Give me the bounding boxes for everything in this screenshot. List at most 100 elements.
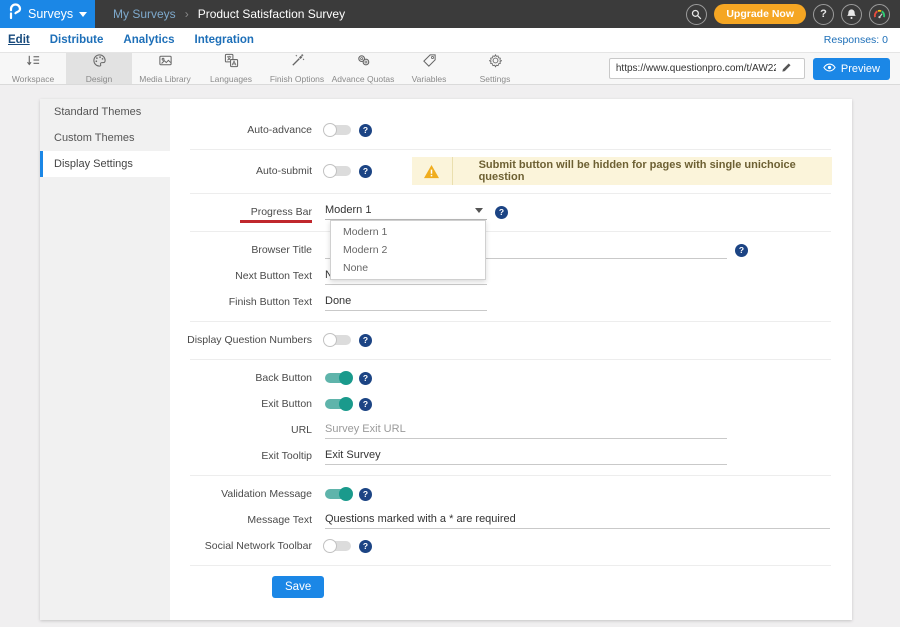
validation-message-row: Validation Message ? (170, 481, 852, 507)
display-question-numbers-help-icon[interactable]: ? (359, 334, 372, 347)
section-divider (190, 565, 831, 566)
upgrade-now-button[interactable]: Upgrade Now (714, 4, 806, 24)
back-button-toggle[interactable] (325, 373, 351, 383)
toolbar-item-variables[interactable]: Variables (396, 53, 462, 84)
nav-tab-analytics[interactable]: Analytics (123, 34, 174, 46)
back-button-label: Back Button (170, 372, 325, 384)
tag-icon (422, 53, 437, 73)
section-divider (190, 321, 831, 322)
auto-submit-warning: Submit button will be hidden for pages w… (412, 157, 832, 185)
chevron-down-icon (79, 12, 87, 17)
auto-advance-toggle[interactable] (325, 125, 351, 135)
display-question-numbers-row: Display Question Numbers ? (170, 327, 852, 353)
dropdown-option-modern2[interactable]: Modern 2 (331, 241, 485, 259)
help-icon[interactable]: ? (813, 4, 834, 25)
top-header: Surveys My Surveys › Product Satisfactio… (0, 0, 900, 28)
languages-icon (224, 53, 239, 73)
product-label: Surveys (28, 7, 73, 21)
message-text-row: Message Text (170, 507, 852, 533)
exit-button-row: Exit Button ? (170, 391, 852, 417)
search-icon[interactable] (686, 4, 707, 25)
save-row: Save (272, 576, 852, 598)
validation-message-help-icon[interactable]: ? (359, 488, 372, 501)
warning-triangle-icon (412, 157, 453, 185)
breadcrumb: My Surveys › Product Satisfaction Survey (113, 0, 345, 28)
toolbar-item-design[interactable]: Design (66, 53, 132, 84)
auto-advance-help-icon[interactable]: ? (359, 124, 372, 137)
toolbar-right: Preview (609, 53, 900, 84)
display-settings-form: Auto-advance ? Auto-submit ? Submit (170, 99, 852, 620)
sidebar-item-custom-themes[interactable]: Custom Themes (40, 125, 170, 151)
auto-submit-help-icon[interactable]: ? (359, 165, 372, 178)
nav-tab-integration[interactable]: Integration (195, 34, 254, 46)
edit-pencil-icon[interactable] (781, 60, 792, 78)
finish-button-text-label: Finish Button Text (170, 296, 325, 308)
nav-tab-edit[interactable]: Edit (8, 34, 30, 46)
media-library-icon (158, 53, 173, 73)
survey-url-input[interactable] (616, 63, 776, 74)
section-divider (190, 475, 831, 476)
display-question-numbers-toggle[interactable] (325, 335, 351, 345)
finish-button-text-row: Finish Button Text (170, 289, 852, 315)
social-network-toolbar-help-icon[interactable]: ? (359, 540, 372, 553)
next-button-text-label: Next Button Text (170, 270, 325, 282)
quota-gears-icon (356, 53, 371, 73)
toolbar-item-advance-quotas[interactable]: Advance Quotas (330, 53, 396, 84)
warning-text: Submit button will be hidden for pages w… (453, 157, 832, 185)
exit-tooltip-input[interactable] (325, 447, 727, 465)
social-network-toolbar-toggle[interactable] (325, 541, 351, 551)
sidebar-item-display-settings[interactable]: Display Settings (40, 151, 170, 177)
design-palette-icon (92, 53, 107, 73)
browser-title-row: Browser Title ? (170, 237, 852, 263)
exit-url-row: URL (170, 417, 852, 443)
sidebar-item-standard-themes[interactable]: Standard Themes (40, 99, 170, 125)
exit-button-help-icon[interactable]: ? (359, 398, 372, 411)
exit-url-input[interactable] (325, 421, 727, 439)
dropdown-option-modern1[interactable]: Modern 1 (331, 223, 485, 241)
browser-title-help-icon[interactable]: ? (735, 244, 748, 257)
responses-count[interactable]: Responses: 0 (824, 34, 900, 46)
finish-button-text-input[interactable] (325, 293, 487, 311)
back-button-help-icon[interactable]: ? (359, 372, 372, 385)
display-question-numbers-label: Display Question Numbers (170, 334, 325, 346)
survey-url-field[interactable] (609, 58, 805, 79)
chevron-down-icon (475, 208, 483, 213)
progress-bar-label: Progress Bar (170, 206, 325, 218)
red-annotation-underline (240, 220, 312, 223)
toolbar-item-languages[interactable]: Languages (198, 53, 264, 84)
nav-tab-distribute[interactable]: Distribute (50, 34, 104, 46)
toolbar-item-settings[interactable]: Settings (462, 53, 528, 84)
validation-message-toggle[interactable] (325, 489, 351, 499)
magic-wand-icon (290, 53, 305, 73)
product-switcher[interactable]: Surveys (0, 0, 95, 28)
auto-submit-row: Auto-submit ? Submit button will be hidd… (170, 155, 852, 187)
questionpro-logo-icon (9, 3, 22, 25)
auto-submit-toggle[interactable] (325, 166, 351, 176)
themes-sidebar: Standard Themes Custom Themes Display Se… (40, 99, 170, 620)
breadcrumb-current: Product Satisfaction Survey (198, 7, 345, 21)
message-text-input[interactable] (325, 511, 830, 529)
progress-bar-select[interactable]: Modern 1 (325, 204, 487, 220)
toolbar-item-workspace[interactable]: Workspace (0, 53, 66, 84)
message-text-label: Message Text (170, 514, 325, 526)
preview-button[interactable]: Preview (813, 58, 890, 80)
save-button[interactable]: Save (272, 576, 324, 598)
section-divider (190, 231, 831, 232)
progress-bar-help-icon[interactable]: ? (495, 206, 508, 219)
score-gauge-icon[interactable] (869, 4, 890, 25)
breadcrumb-parent[interactable]: My Surveys (113, 7, 176, 21)
progress-bar-dropdown: Modern 1 Modern 2 None (330, 220, 486, 280)
dropdown-option-none[interactable]: None (331, 259, 485, 277)
toolbar-item-media-library[interactable]: Media Library (132, 53, 198, 84)
notifications-bell-icon[interactable] (841, 4, 862, 25)
browser-title-label: Browser Title (170, 244, 325, 256)
section-divider (190, 149, 831, 150)
main-nav: Edit Distribute Analytics Integration Re… (0, 28, 900, 52)
section-divider (190, 359, 831, 360)
page-body: Standard Themes Custom Themes Display Se… (0, 85, 900, 627)
exit-button-toggle[interactable] (325, 399, 351, 409)
header-actions: Upgrade Now ? (686, 0, 900, 28)
social-network-toolbar-row: Social Network Toolbar ? (170, 533, 852, 559)
toolbar-item-finish-options[interactable]: Finish Options (264, 53, 330, 84)
exit-url-label: URL (170, 424, 325, 436)
